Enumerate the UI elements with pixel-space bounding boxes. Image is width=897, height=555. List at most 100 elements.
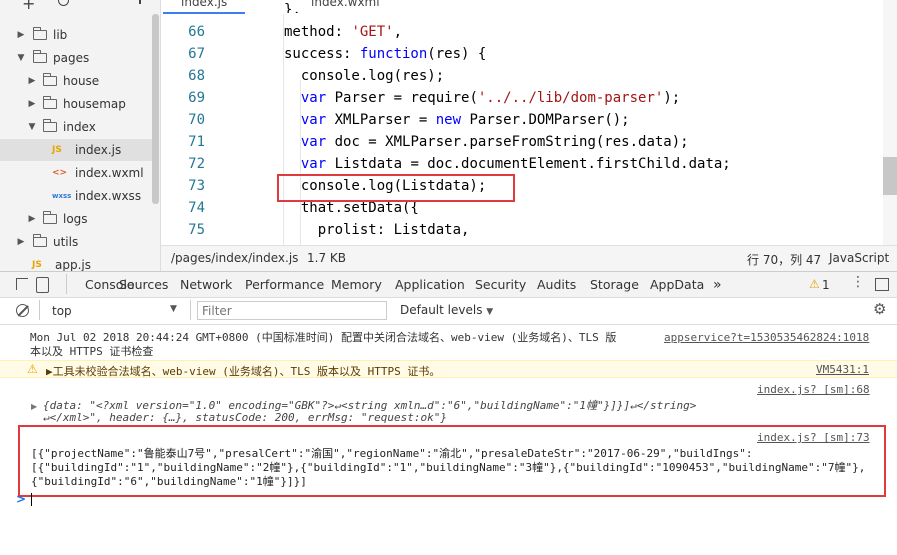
source-link[interactable]: VM5431:1 [816, 363, 869, 376]
folder-open-icon [33, 50, 47, 63]
console-toolbar: top ▼ Default levels ▼ ⚙ [0, 298, 897, 325]
context-select[interactable]: top ▼ [44, 300, 184, 321]
devtools-tab-appdata[interactable]: AppData [650, 272, 704, 298]
message-text: {"buildingId":"6","buildingName":"1幢"}]}… [31, 475, 307, 488]
cursor-position[interactable]: 行 70，列 47 [747, 251, 821, 268]
folder-icon [33, 27, 47, 40]
tree-item-label: index.js [75, 143, 122, 157]
editor-status-bar: /pages/index/index.js 1.7 KB 行 70，列 47 J… [161, 245, 897, 272]
console-message: index.js? [sm]:73 [{"projectName":"鲁能泰山7… [0, 428, 897, 494]
tree-item-label: app.js [55, 258, 91, 271]
tree-item-label: index.wxml [75, 166, 144, 180]
tree-item-index[interactable]: ▼ index [0, 116, 152, 138]
devtools-tab-security[interactable]: Security [475, 272, 526, 298]
devtools-tab-application[interactable]: Application [395, 272, 465, 298]
code-line[interactable]: var XMLParser = new Parser.DOMParser(); [284, 112, 630, 128]
levels-value: Default levels [400, 303, 483, 317]
editor-scrollbar[interactable] [883, 157, 897, 195]
dock-icon[interactable] [875, 278, 889, 291]
tree-item-housemap[interactable]: ▶ housemap [0, 93, 152, 115]
message-text[interactable]: ▶工具未校验合法域名、web-view (业务域名)、TLS 版本以及 HTTP… [46, 363, 440, 379]
message-text: 本以及 HTTPS 证书检查 [30, 345, 154, 358]
code-line[interactable]: var Listdata = doc.documentElement.first… [284, 156, 731, 172]
line-number: 73 [188, 178, 205, 194]
warning-count[interactable]: 1 [822, 278, 830, 292]
menu-dots-icon[interactable]: ⋮ [851, 274, 865, 290]
tree-item-index-wxml[interactable]: <> index.wxml [0, 162, 152, 184]
prompt-icon: > [16, 492, 27, 506]
text-cursor [31, 493, 32, 506]
tree-item-lib[interactable]: ▶ lib [0, 24, 152, 46]
devtools-tab-performance[interactable]: Performance [245, 272, 324, 298]
devtools-tab-sources[interactable]: Sources [119, 272, 168, 298]
tree-item-app-js[interactable]: JS app.js [0, 254, 152, 271]
line-number: 71 [188, 134, 205, 150]
console-warning: ⚠ ▶工具未校验合法域名、web-view (业务域名)、TLS 版本以及 HT… [0, 360, 897, 378]
language-mode[interactable]: JavaScript [829, 251, 889, 265]
indent-guide [283, 14, 284, 245]
message-object[interactable]: ↵</xml>", header: {…}, statusCode: 200, … [43, 411, 447, 424]
caret-right-icon[interactable]: ▶ [27, 93, 37, 115]
line-number: 68 [188, 68, 205, 84]
tree-item-label: housemap [63, 97, 126, 111]
tree-item-label: pages [53, 51, 90, 65]
divider [66, 274, 67, 294]
divider [190, 300, 191, 320]
source-link[interactable]: index.js? [sm]:68 [757, 383, 870, 396]
warning-icon[interactable]: ⚠ [809, 277, 820, 291]
tree-item-utils[interactable]: ▶ utils [0, 231, 152, 253]
add-icon[interactable]: + [22, 0, 35, 13]
tab-index-js[interactable]: index.js [163, 0, 246, 14]
search-icon[interactable] [58, 0, 69, 6]
caret-right-icon[interactable]: ▶ [27, 70, 37, 92]
devtools-tabbar: Console Sources Network Performance Memory Ap… [0, 271, 897, 300]
tree-item-index-js[interactable]: JS index.js [0, 139, 152, 161]
caret-right-icon[interactable]: ▶ [16, 231, 26, 253]
highlight-box [277, 174, 515, 202]
tree-item-pages[interactable]: ▼ pages [0, 47, 152, 69]
indent-guide [300, 80, 301, 245]
tab-label: index.wxml [311, 0, 380, 9]
code-line[interactable]: method: 'GET', [284, 24, 402, 40]
source-link[interactable]: appservice?t=1530535462824:1018 [664, 331, 869, 344]
devtools-tab-audits[interactable]: Audits [537, 272, 576, 298]
code-line[interactable]: that.setData({ [284, 200, 419, 216]
console-message: Mon Jul 02 2018 20:44:24 GMT+0800 (中国标准时… [0, 328, 897, 360]
levels-select[interactable]: Default levels ▼ [400, 303, 493, 317]
gear-icon[interactable]: ⚙ [873, 300, 886, 318]
tree-scrollbar[interactable] [152, 14, 159, 204]
filter-input[interactable] [197, 301, 387, 320]
folder-icon [43, 96, 57, 109]
caret-right-icon[interactable]: ▶ [16, 24, 26, 46]
code-editor[interactable]: index.js index.wxml }, 66 method: 'GET', 6… [161, 0, 897, 245]
caret-down-icon[interactable]: ▼ [16, 47, 26, 69]
code-line[interactable]: var doc = XMLParser.parseFromString(res.… [284, 134, 689, 150]
expand-arrow-icon[interactable]: ▶ [31, 402, 37, 411]
more-tabs-button[interactable]: » [713, 272, 722, 298]
code-line[interactable]: var Parser = require('../../lib/dom-pars… [284, 90, 680, 106]
line-number: 67 [188, 46, 205, 62]
js-file-icon: JS [52, 145, 62, 155]
console-message: index.js? [sm]:68 ▶ {data: "<?xml versio… [0, 380, 897, 426]
caret-right-icon[interactable]: ▶ [27, 208, 37, 230]
line-number: 66 [188, 24, 205, 40]
warning-icon: ⚠ [27, 362, 38, 376]
js-file-icon: JS [32, 260, 42, 270]
code-line[interactable]: prolist: Listdata, [284, 222, 470, 238]
collapse-icon[interactable] [139, 0, 148, 4]
code-line[interactable]: console.log(res); [284, 68, 444, 84]
devtools-tab-network[interactable]: Network [180, 272, 232, 298]
tree-item-logs[interactable]: ▶ logs [0, 208, 152, 230]
source-link[interactable]: index.js? [sm]:73 [757, 431, 870, 444]
tree-item-index-wxss[interactable]: wxss index.wxss [0, 185, 152, 207]
tab-index-wxml[interactable]: index.wxml [293, 0, 398, 12]
devtools-tab-storage[interactable]: Storage [590, 272, 639, 298]
tree-item-house[interactable]: ▶ house [0, 70, 152, 92]
console-prompt[interactable]: > [0, 490, 897, 510]
caret-down-icon[interactable]: ▼ [27, 116, 37, 138]
device-toolbar-icon[interactable] [36, 277, 49, 293]
code-line[interactable]: success: function(res) { [284, 46, 486, 62]
devtools-tab-memory[interactable]: Memory [331, 272, 382, 298]
inspect-element-icon[interactable] [16, 278, 28, 290]
line-number: 70 [188, 112, 205, 128]
